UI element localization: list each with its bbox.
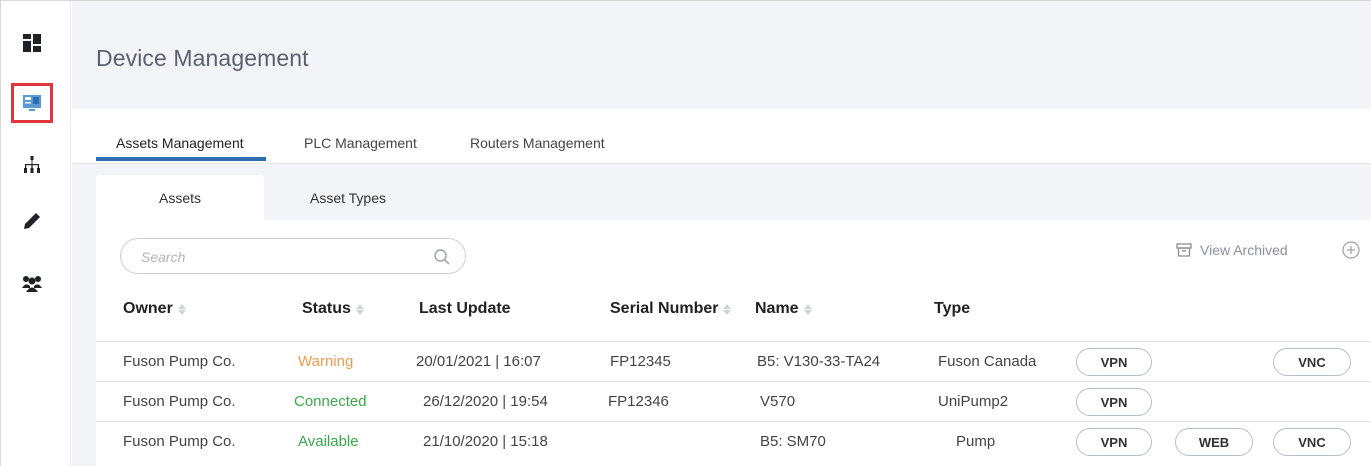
- cell-type: UniPump2: [938, 393, 1009, 410]
- assets-panel: Assets Asset Types View Archived: [72, 164, 1371, 466]
- vpn-button[interactable]: VPN: [1076, 428, 1152, 456]
- cell-last-update: 26/12/2020 | 19:54: [423, 393, 548, 410]
- vnc-button[interactable]: VNC: [1273, 348, 1351, 376]
- column-header-name[interactable]: Name: [755, 300, 812, 318]
- web-button[interactable]: WEB: [1175, 428, 1253, 456]
- sort-icon: [723, 303, 732, 315]
- cell-name: B5: SM70: [760, 433, 826, 450]
- column-header-last-update: Last Update: [419, 300, 511, 318]
- table-row[interactable]: Fuson Pump Co. Available 21/10/2020 | 15…: [96, 421, 1371, 466]
- vpn-button[interactable]: VPN: [1076, 388, 1152, 416]
- tab-plc-management[interactable]: PLC Management: [304, 135, 417, 151]
- cell-name: B5: V130-33-TA24: [757, 353, 881, 370]
- tab-routers-management[interactable]: Routers Management: [470, 135, 605, 151]
- column-header-owner[interactable]: Owner: [123, 300, 186, 318]
- cell-serial-number: FP12345: [610, 353, 671, 370]
- tab-assets-management[interactable]: Assets Management: [116, 135, 244, 151]
- status-badge: Warning: [298, 353, 354, 370]
- table-row[interactable]: Fuson Pump Co. Connected 26/12/2020 | 19…: [96, 381, 1371, 421]
- column-header-owner-label: Owner: [123, 300, 173, 317]
- status-badge: Connected: [294, 393, 367, 410]
- table-row[interactable]: Fuson Pump Co. Warning 20/01/2021 | 16:0…: [96, 341, 1371, 381]
- assets-content: View Archived Owner Status Last Update S…: [96, 220, 1371, 466]
- cell-owner: Fuson Pump Co.: [123, 393, 236, 410]
- cell-type: Pump: [956, 433, 996, 450]
- vnc-button[interactable]: VNC: [1273, 428, 1351, 456]
- cell-owner: Fuson Pump Co.: [123, 433, 236, 450]
- sidebar-item-users[interactable]: [11, 263, 53, 303]
- column-header-status[interactable]: Status: [302, 300, 364, 318]
- column-header-serial-number[interactable]: Serial Number: [610, 300, 732, 318]
- top-tab-bar: Assets Management PLC Management Routers…: [72, 109, 1371, 164]
- cell-name: V570: [760, 393, 796, 410]
- column-header-type-label: Type: [934, 300, 971, 317]
- sidebar-item-dashboard[interactable]: [11, 23, 53, 63]
- sidebar: [1, 1, 71, 466]
- device-management-icon: [23, 95, 41, 111]
- column-header-last-update-label: Last Update: [419, 300, 511, 317]
- hierarchy-icon: [24, 156, 40, 173]
- sort-icon: [355, 303, 364, 315]
- archive-icon: [1176, 243, 1192, 257]
- search-icon[interactable]: [433, 248, 451, 266]
- cell-serial-number: FP12346: [608, 393, 669, 410]
- column-header-name-label: Name: [755, 300, 799, 317]
- sidebar-item-hierarchy[interactable]: [11, 145, 53, 185]
- page-header: Device Management: [72, 1, 1371, 109]
- search-box[interactable]: [120, 238, 466, 274]
- page-title: Device Management: [96, 45, 309, 71]
- sort-icon: [803, 303, 812, 315]
- users-icon: [22, 276, 42, 292]
- vpn-button[interactable]: VPN: [1076, 348, 1152, 376]
- column-header-status-label: Status: [302, 300, 351, 317]
- dashboard-icon: [23, 34, 41, 52]
- cell-last-update: 20/01/2021 | 16:07: [416, 353, 541, 370]
- view-archived-label: View Archived: [1200, 242, 1288, 258]
- cell-type: Fuson Canada: [938, 353, 1037, 370]
- pencil-icon: [24, 213, 40, 229]
- sort-icon: [177, 303, 186, 315]
- active-tab-indicator: [96, 157, 266, 161]
- cell-last-update: 21/10/2020 | 15:18: [423, 433, 548, 450]
- add-circle-icon[interactable]: [1341, 240, 1361, 260]
- column-header-serial-number-label: Serial Number: [610, 300, 719, 317]
- subtab-asset-types[interactable]: Asset Types: [264, 175, 432, 220]
- subtab-assets[interactable]: Assets: [96, 175, 264, 220]
- cell-owner: Fuson Pump Co.: [123, 353, 236, 370]
- status-badge: Available: [298, 433, 359, 450]
- sidebar-item-device-management[interactable]: [11, 83, 53, 123]
- search-input[interactable]: [141, 247, 411, 267]
- view-archived-button[interactable]: View Archived: [1176, 242, 1288, 258]
- sidebar-item-edit[interactable]: [11, 201, 53, 241]
- column-header-type: Type: [934, 300, 970, 318]
- app-window: Device Management Assets Management PLC …: [0, 0, 1371, 466]
